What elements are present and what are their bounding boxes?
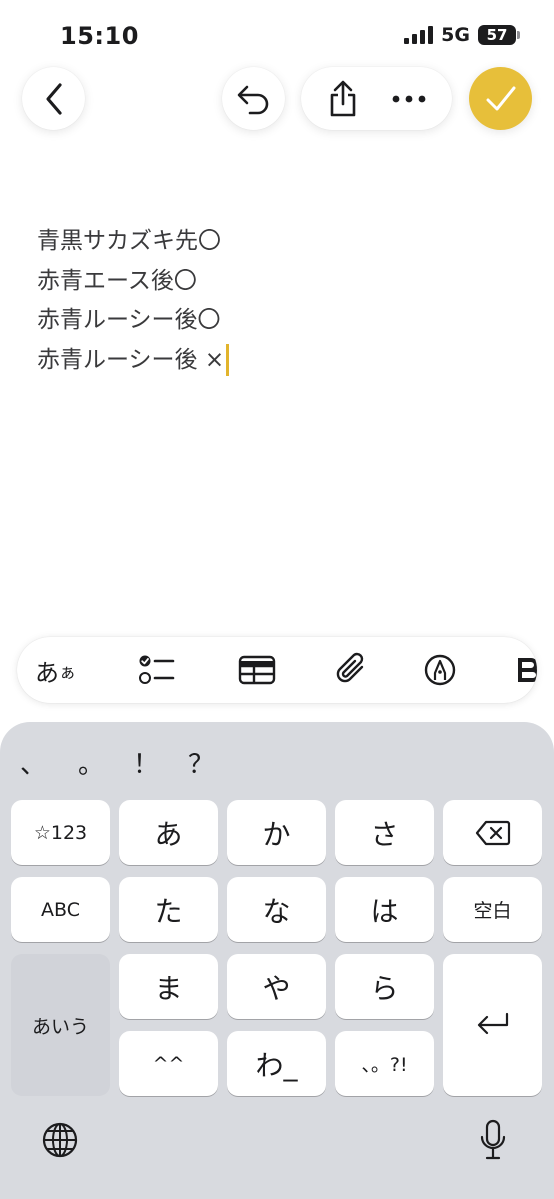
key-ra[interactable]: ら [335,954,434,1019]
share-more-group [301,67,452,130]
return-icon [475,1011,511,1039]
key-a[interactable]: あ [119,800,218,865]
key-ma[interactable]: ま [119,954,218,1019]
status-indicators: 5G 57 [404,24,520,46]
note-line: 赤青ルーシー後〇 [37,307,221,333]
markup-button[interactable] [420,637,460,703]
key-ha[interactable]: は [335,877,434,942]
note-body[interactable]: 青黒サカズキ先〇 赤青エース後〇 赤青ルーシー後〇 赤青ルーシー後 × [37,222,230,381]
undo-button[interactable] [222,67,285,130]
key-punctuation[interactable]: 、。?! [335,1031,434,1096]
chevron-left-icon [43,82,65,116]
note-line-current: 赤青ルーシー後 × [37,341,230,381]
checkmark-icon [485,85,517,113]
cellular-signal-icon [404,26,434,44]
punct-key-period[interactable]: 。 [78,744,104,781]
microphone-icon [479,1119,507,1161]
dictation-button[interactable] [478,1118,508,1162]
back-button[interactable] [22,67,85,130]
key-sa[interactable]: さ [335,800,434,865]
punct-key-comma[interactable]: 、 [20,744,46,781]
key-ta[interactable]: た [119,877,218,942]
key-ya[interactable]: や [227,954,326,1019]
undo-icon [236,83,272,115]
network-type: 5G [441,24,470,46]
return-key[interactable] [443,954,542,1096]
key-ka[interactable]: か [227,800,326,865]
key-wa[interactable]: わ_ [227,1031,326,1096]
more-format-button[interactable] [517,637,537,703]
table-icon [238,655,276,685]
status-time: 15:10 [60,22,139,50]
keyboard: 、 。 ！ ？ ☆123 あ か さ ABC た な は 空白 あいう ま や … [0,722,554,1199]
backspace-key[interactable] [443,800,542,865]
text-style-small: ぁ [59,662,76,683]
punct-key-question[interactable]: ？ [188,744,214,781]
globe-button[interactable] [40,1120,80,1160]
ellipsis-icon[interactable] [392,95,426,103]
key-emoticon[interactable]: ^^ [119,1031,218,1096]
text-style-button[interactable]: あぁ [35,637,76,703]
key-numbers[interactable]: ☆123 [11,800,110,865]
note-line: 青黒サカズキ先〇 [37,228,221,254]
space-key[interactable]: 空白 [443,877,542,942]
key-abc[interactable]: ABC [11,877,110,942]
note-line-text: 赤青ルーシー後 × [37,346,225,373]
text-caret [226,344,230,376]
text-style-label: あ [35,658,59,687]
battery-level: 57 [486,26,508,44]
note-line: 赤青エース後〇 [37,267,197,294]
delete-backward-icon [475,820,511,846]
markup-pen-icon [423,653,457,687]
checklist-icon [138,654,176,686]
attachment-button[interactable] [332,637,372,703]
key-na[interactable]: な [227,877,326,942]
format-more-icon [517,656,537,684]
table-button[interactable] [235,637,279,703]
formatting-toolbar: あぁ [17,637,537,703]
done-button[interactable] [469,67,532,130]
checklist-button[interactable] [137,637,177,703]
battery-icon: 57 [478,25,520,45]
paperclip-icon [335,652,369,688]
notes-screen: 15:10 5G 57 青黒サカズキ先〇 赤青エース後〇 赤青ルーシー後〇 赤青… [0,0,554,1199]
input-mode-key[interactable]: あいう [11,954,110,1096]
globe-icon [41,1121,79,1159]
share-icon[interactable] [327,80,359,118]
punct-key-exclaim[interactable]: ！ [133,744,159,781]
